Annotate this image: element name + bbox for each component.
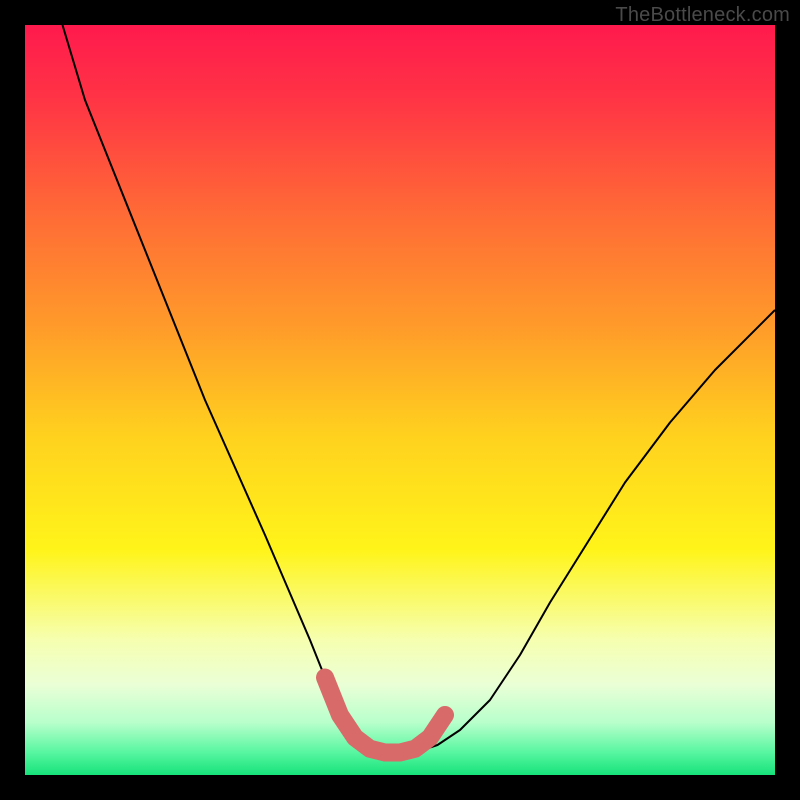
chart-frame: TheBottleneck.com (0, 0, 800, 800)
chart-svg (25, 25, 775, 775)
watermark-text: TheBottleneck.com (615, 4, 790, 27)
plot-area (25, 25, 775, 775)
gradient-background (25, 25, 775, 775)
